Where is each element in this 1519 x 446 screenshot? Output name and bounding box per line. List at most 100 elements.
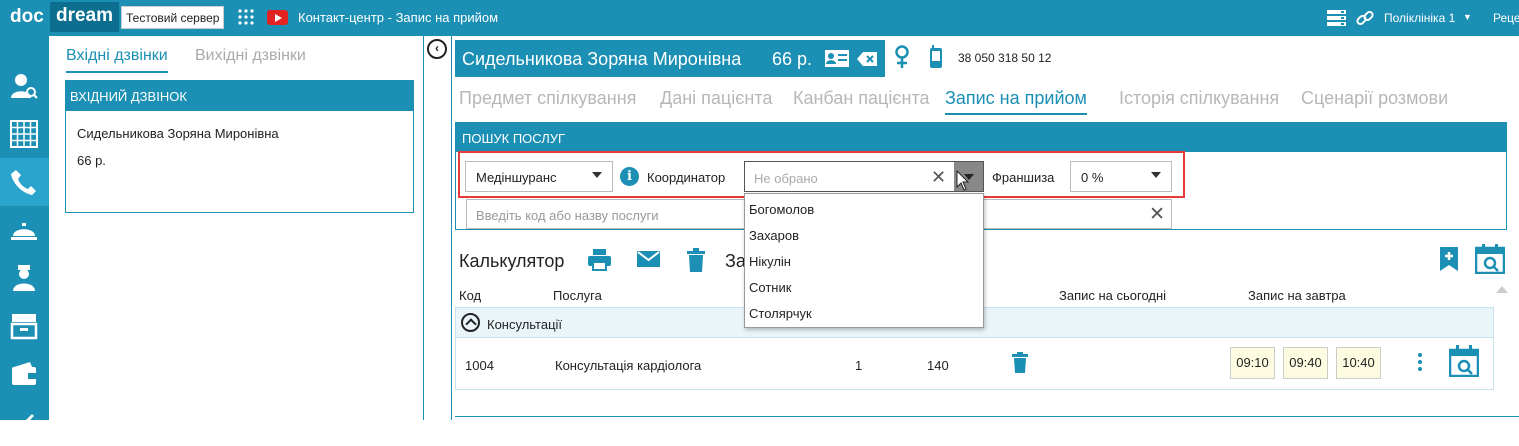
incoming-call-header: ВХІДНИЙ ДЗВІНОК — [66, 81, 413, 111]
link-icon[interactable] — [1356, 9, 1374, 27]
info-icon[interactable]: i — [620, 167, 639, 186]
row-quantity: 1 — [855, 358, 863, 373]
pen-icon — [26, 414, 34, 422]
collapse-strip: ‹ — [424, 36, 452, 420]
email-icon[interactable] — [636, 248, 661, 270]
dropdown-option[interactable]: Захаров — [749, 228, 799, 243]
service-search-placeholder: Введіть код або назву послуги — [476, 208, 659, 223]
time-slot[interactable]: 09:40 — [1283, 347, 1328, 379]
tab-conversation-scenarios[interactable]: Сценарії розмови — [1301, 88, 1448, 109]
service-search-header: ПОШУК ПОСЛУГ — [456, 123, 1506, 152]
clear-icon[interactable]: ✕ — [1149, 203, 1165, 226]
collapse-panel-button[interactable]: ‹ — [427, 39, 447, 59]
patient-phone: 38 050 318 50 12 — [958, 51, 1052, 65]
calculator-title-cut: За — [725, 251, 746, 271]
tab-patient-data[interactable]: Дані пацієнта — [660, 88, 772, 109]
franchise-select-value: 0 % — [1081, 170, 1104, 185]
logo-doc: doc — [10, 6, 44, 27]
trash-icon[interactable] — [686, 248, 706, 273]
rail-doctors[interactable] — [0, 254, 49, 302]
column-header-today: Запис на сьогодні — [1059, 288, 1167, 303]
female-gender-icon — [895, 45, 909, 68]
coordinator-dropdown-list: Богомолов Захаров Нікулін Сотник Столярч… — [744, 193, 984, 328]
user-menu[interactable]: Реце — [1493, 11, 1519, 25]
logo-dream: dream — [50, 2, 120, 32]
row-service: Консультація кардіолога — [555, 358, 702, 373]
user-search-icon — [11, 74, 38, 99]
tab-communication-history[interactable]: Історія спілкування — [1119, 88, 1279, 109]
patient-card-icon[interactable] — [824, 49, 850, 69]
dropdown-option[interactable]: Столярчук — [749, 306, 812, 321]
franchise-label: Франшиза — [992, 170, 1055, 185]
calculator-title: Калькулятор — [459, 251, 565, 271]
column-header-service: Послуга — [553, 288, 602, 303]
rail-archive[interactable] — [0, 302, 49, 350]
group-label: Консультації — [487, 317, 563, 332]
caller-name: Сидельникова Зоряна Миронівна — [77, 126, 279, 141]
dropdown-option[interactable]: Сотник — [749, 280, 791, 295]
incoming-call-card[interactable]: ВХІДНИЙ ДЗВІНОК Сидельникова Зоряна Миро… — [65, 80, 414, 213]
rail-schedule[interactable] — [0, 110, 49, 158]
print-icon[interactable] — [587, 248, 612, 272]
top-bar: doc dream Тестовий сервер Контакт-центр … — [0, 0, 1519, 36]
caller-age: 66 р. — [77, 153, 106, 168]
collapse-group-icon[interactable] — [461, 313, 480, 332]
rail-patient-search[interactable] — [0, 62, 49, 110]
clear-icon[interactable]: ✕ — [931, 167, 946, 188]
dropdown-option[interactable]: Нікулін — [749, 254, 791, 269]
window-title: Контакт-центр - Запис на прийом — [298, 10, 499, 25]
tab-communication-subject[interactable]: Предмет спілкування — [459, 88, 636, 109]
trash-icon[interactable] — [1012, 352, 1028, 374]
insurer-select-value: Медіншуранс — [476, 170, 557, 185]
calendar-search-icon[interactable] — [1449, 345, 1479, 377]
tab-appointment[interactable]: Запис на прийом — [945, 88, 1087, 115]
tab-outgoing-calls[interactable]: Вихідні дзвінки — [195, 47, 306, 65]
clinic-selector[interactable]: Поліклініка 1 — [1384, 11, 1455, 25]
table-grid-icon — [10, 120, 38, 148]
side-rail — [0, 36, 49, 422]
youtube-icon[interactable] — [267, 10, 288, 25]
more-options-icon[interactable] — [1417, 353, 1423, 374]
coordinator-combobox[interactable]: Не обрано ✕ — [744, 161, 984, 192]
rail-contact-center[interactable] — [0, 158, 49, 206]
phone-icon — [11, 170, 36, 195]
chevron-down-icon — [592, 172, 602, 178]
patient-age: 66 р. — [772, 49, 813, 69]
time-slot[interactable]: 09:10 — [1230, 347, 1275, 379]
rail-more[interactable] — [0, 398, 49, 446]
server-badge: Тестовий сервер — [121, 6, 225, 29]
coordinator-label: Координатор — [647, 170, 726, 185]
time-slot[interactable]: 10:40 — [1336, 347, 1381, 379]
row-code: 1004 — [465, 358, 494, 373]
column-header-code: Код — [459, 288, 482, 303]
patient-name: Сидельникова Зоряна Миронівна — [462, 49, 742, 69]
archive-icon — [10, 314, 38, 340]
clear-patient-icon[interactable] — [857, 52, 877, 66]
rail-wallet[interactable] — [0, 350, 49, 398]
server-icon[interactable] — [1327, 10, 1346, 26]
row-price: 140 — [927, 358, 949, 373]
divider — [455, 416, 1519, 417]
doctor-icon — [13, 265, 35, 291]
calendar-search-icon[interactable] — [1475, 244, 1505, 274]
chevron-down-icon[interactable]: ▼ — [1463, 12, 1472, 22]
table-row[interactable]: 1004 Консультація кардіолога 1 140 09:10… — [455, 338, 1494, 390]
rail-reception[interactable] — [0, 206, 49, 254]
dropdown-option[interactable]: Богомолов — [749, 202, 814, 217]
insurer-select[interactable]: Медіншуранс — [465, 161, 613, 192]
add-bookmark-icon[interactable] — [1439, 246, 1459, 272]
chevron-down-icon — [1151, 172, 1161, 178]
coordinator-placeholder: Не обрано — [754, 171, 818, 186]
tab-patient-kanban[interactable]: Канбан пацієнта — [793, 88, 930, 109]
scroll-up-arrow[interactable] — [1496, 286, 1508, 293]
column-header-tomorrow: Запис на завтра — [1248, 288, 1346, 303]
tab-incoming-calls[interactable]: Вхідні дзвінки — [66, 47, 168, 73]
service-bell-icon — [11, 223, 37, 240]
apps-grid-icon[interactable] — [237, 8, 255, 26]
franchise-select[interactable]: 0 % — [1070, 161, 1172, 192]
patient-header: Сидельникова Зоряна Миронівна 66 р. — [455, 40, 885, 77]
wallet-icon — [12, 362, 36, 385]
calls-panel: Вхідні дзвінки Вихідні дзвінки ВХІДНИЙ Д… — [49, 36, 424, 420]
mouse-cursor-icon — [956, 170, 970, 191]
mobile-phone-icon[interactable] — [929, 45, 943, 69]
